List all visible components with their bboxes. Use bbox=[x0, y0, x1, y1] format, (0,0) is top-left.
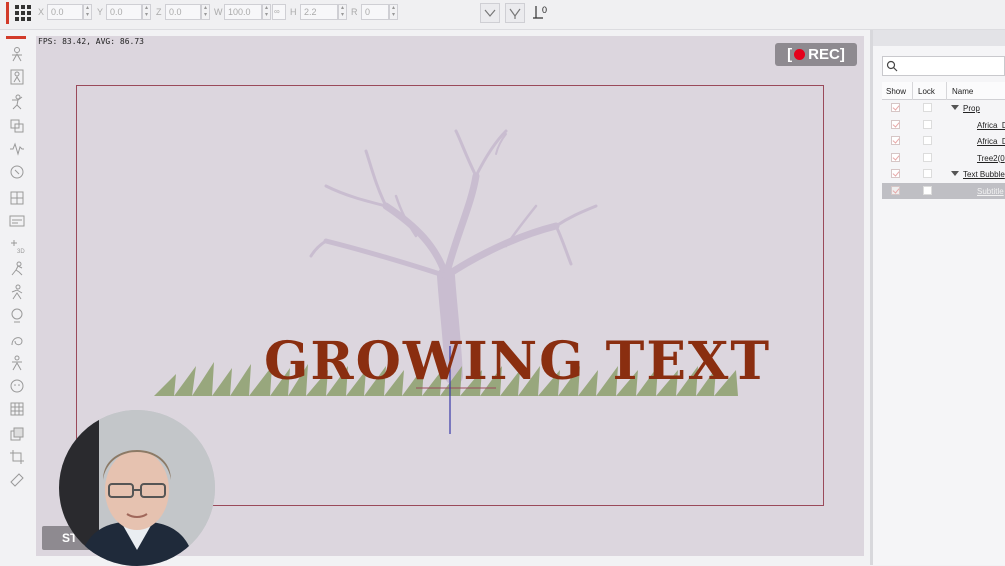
y-spinner[interactable]: ▴ ▾ bbox=[142, 4, 151, 20]
presenter-webcam bbox=[59, 410, 215, 566]
x-input[interactable]: 0.0 bbox=[47, 4, 83, 20]
walk-tool-icon[interactable] bbox=[9, 284, 25, 300]
presenter-avatar bbox=[59, 410, 215, 566]
w-label: W bbox=[214, 7, 223, 17]
scene-title-text[interactable]: GROWING TEXT bbox=[264, 331, 771, 392]
layer-tool-icon[interactable] bbox=[9, 118, 25, 134]
w-input[interactable]: 100.0 bbox=[224, 4, 262, 20]
table-row[interactable]: Africa_D bbox=[882, 133, 1005, 150]
timeline-tool-icon[interactable] bbox=[9, 213, 25, 229]
scene-manager-panel: Show Lock Name Prop Africa_D Africa_D Tr… bbox=[873, 30, 1005, 565]
tool-strip-marker bbox=[6, 36, 26, 39]
row-name: Africa_D bbox=[977, 120, 1005, 130]
table-header: Show Lock Name bbox=[882, 82, 1005, 100]
show-checkbox[interactable] bbox=[891, 136, 900, 145]
table-row[interactable]: Prop bbox=[882, 100, 1005, 117]
show-checkbox[interactable] bbox=[891, 169, 900, 178]
search-icon bbox=[886, 60, 898, 72]
x-label: X bbox=[38, 7, 45, 17]
r-label: R bbox=[351, 7, 358, 17]
flip-horizontal-button[interactable] bbox=[480, 3, 500, 23]
table-row[interactable]: Africa_D bbox=[882, 117, 1005, 134]
panel-header bbox=[873, 30, 1005, 46]
column-show[interactable]: Show bbox=[886, 87, 906, 96]
y-label: Y bbox=[97, 7, 104, 17]
svg-text:3D: 3D bbox=[17, 249, 25, 254]
motion-3d-tool-icon[interactable]: 3D bbox=[9, 238, 25, 255]
column-name[interactable]: Name bbox=[952, 87, 973, 96]
lock-checkbox[interactable] bbox=[923, 136, 932, 145]
w-spinner[interactable]: ▴ ▾ bbox=[262, 4, 271, 20]
left-tool-strip: 3D bbox=[0, 30, 34, 565]
ruler-tool-icon[interactable] bbox=[9, 472, 25, 488]
row-name: Text Bubble bbox=[963, 170, 1005, 179]
expand-arrow-icon[interactable] bbox=[951, 171, 959, 176]
morph-tool-icon[interactable] bbox=[9, 332, 25, 348]
column-lock[interactable]: Lock bbox=[918, 87, 935, 96]
search-input[interactable] bbox=[882, 56, 1005, 76]
scene-tree-table: Show Lock Name Prop Africa_D Africa_D Tr… bbox=[882, 82, 1005, 199]
z-label: Z bbox=[156, 7, 162, 17]
show-checkbox[interactable] bbox=[891, 103, 900, 112]
row-name: Tree2(0 bbox=[977, 153, 1005, 163]
flip-vertical-icon bbox=[509, 8, 521, 19]
deform-tool-icon[interactable] bbox=[9, 401, 25, 417]
table-row[interactable]: Tree2(0 bbox=[882, 150, 1005, 167]
table-row[interactable]: Text Bubble bbox=[882, 166, 1005, 183]
show-checkbox[interactable] bbox=[891, 119, 900, 129]
align-bottom-button[interactable]: 0 bbox=[533, 5, 551, 21]
accent-marker bbox=[6, 2, 9, 24]
sprite-tool-icon[interactable] bbox=[9, 190, 25, 206]
align-value: 0 bbox=[542, 5, 548, 15]
h-input[interactable]: 2.2 bbox=[300, 4, 338, 20]
link-ratio-toggle[interactable]: ∞ bbox=[272, 4, 286, 20]
puppet-tool-icon[interactable] bbox=[9, 355, 25, 371]
face-tool-icon[interactable] bbox=[9, 164, 25, 180]
y-input[interactable]: 0.0 bbox=[106, 4, 142, 20]
lock-checkbox[interactable] bbox=[923, 169, 932, 178]
z-input[interactable]: 0.0 bbox=[165, 4, 201, 20]
head-tool-icon[interactable] bbox=[9, 307, 25, 323]
lock-checkbox[interactable] bbox=[923, 185, 932, 195]
flip-horizontal-icon bbox=[484, 9, 496, 17]
row-name: Africa_D bbox=[977, 137, 1005, 146]
transform-toolbar: X 0.0 ▴ ▾ Y 0.0 ▴ ▾ Z 0.0 ▴ ▾ W 100.0 ▴ ▾ ∞ … bbox=[0, 0, 1005, 30]
expression-tool-icon[interactable] bbox=[9, 378, 25, 394]
column-divider bbox=[912, 82, 913, 100]
r-input[interactable]: 0 bbox=[361, 4, 389, 20]
show-checkbox[interactable] bbox=[891, 185, 900, 195]
h-label: H bbox=[290, 7, 297, 17]
crop-tool-icon[interactable] bbox=[9, 449, 25, 465]
link-icon[interactable]: ∞ bbox=[272, 4, 286, 20]
column-divider bbox=[946, 82, 947, 100]
character-tool-icon[interactable] bbox=[9, 46, 25, 62]
lock-checkbox[interactable] bbox=[923, 152, 932, 162]
show-checkbox[interactable] bbox=[891, 152, 900, 162]
lock-checkbox[interactable] bbox=[923, 119, 932, 129]
r-spinner[interactable]: ▴ ▾ bbox=[389, 4, 398, 20]
row-name: Prop bbox=[963, 104, 980, 113]
z-spinner[interactable]: ▴ ▾ bbox=[201, 4, 210, 20]
pose-tool-icon[interactable] bbox=[9, 94, 25, 110]
run-tool-icon[interactable] bbox=[9, 261, 25, 277]
h-spinner[interactable]: ▴ ▾ bbox=[338, 4, 347, 20]
expand-arrow-icon[interactable] bbox=[951, 105, 959, 110]
table-row-selected[interactable]: Subtitle bbox=[882, 182, 1005, 199]
lock-checkbox[interactable] bbox=[923, 103, 932, 112]
bone-tool-icon[interactable] bbox=[9, 69, 25, 85]
row-name: Subtitle bbox=[977, 186, 1004, 196]
x-spinner[interactable]: ▴ ▾ bbox=[83, 4, 92, 20]
grid-menu-icon[interactable] bbox=[15, 5, 31, 21]
duplicate-tool-icon[interactable] bbox=[9, 426, 25, 442]
flip-vertical-button[interactable] bbox=[505, 3, 525, 23]
audio-tool-icon[interactable] bbox=[9, 141, 25, 157]
